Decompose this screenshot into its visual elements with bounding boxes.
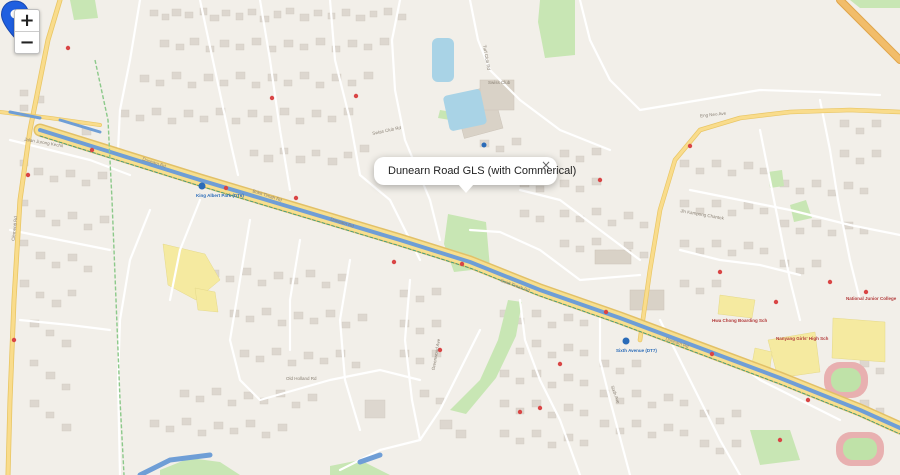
popup-tip xyxy=(458,184,474,193)
close-icon[interactable]: × xyxy=(541,158,551,172)
mrt-label-sixth-avenue: Sixth Avenue (DT7) xyxy=(616,348,657,353)
zoom-out-button[interactable]: − xyxy=(15,31,39,53)
zoom-control: + − xyxy=(14,9,40,54)
zoom-in-button[interactable]: + xyxy=(15,10,39,31)
map-view[interactable]: Dunearn Rd Dunearn Rd Bukit Timah Rd Buk… xyxy=(0,0,900,475)
poi-label-hwa-chong: Hwa Chong Boarding Sch xyxy=(712,318,768,323)
poi-label-nanyang-girls: Nanyang Girls' High Sch xyxy=(776,336,829,341)
map-tiles xyxy=(0,0,900,475)
location-popup: Dunearn Road GLS (with Commerical) × xyxy=(374,157,576,193)
poi-label-national-jc: National Junior College xyxy=(846,296,897,301)
poi-label-swiss-club: Swiss Club xyxy=(488,80,511,85)
mrt-label-king-albert-park: King Albert Park (DT6) xyxy=(196,193,244,198)
road-label-old-holland: Old Holland Rd xyxy=(286,376,317,381)
